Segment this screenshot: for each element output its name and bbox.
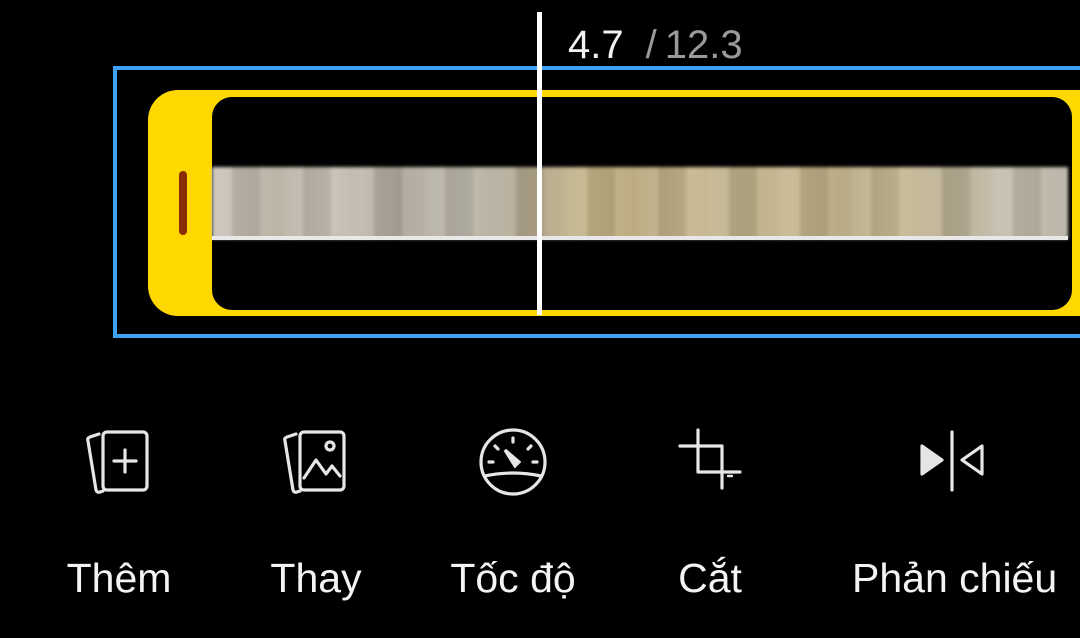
replace-image-icon <box>276 420 356 500</box>
speed-label: Tốc độ <box>450 555 576 601</box>
mirror-flip-icon <box>912 420 992 500</box>
time-separator: / <box>645 23 657 67</box>
add-button[interactable]: Thêm <box>19 420 219 610</box>
replace-button[interactable]: Thay <box>216 420 416 610</box>
crop-label: Cắt <box>678 555 742 601</box>
selection-highlight <box>113 66 1080 338</box>
replace-label: Thay <box>270 555 362 601</box>
current-time: 4.7 <box>568 23 624 67</box>
total-time: 12.3 <box>664 23 743 67</box>
time-readout: 4.7 /12.3 <box>568 22 743 68</box>
add-label: Thêm <box>66 555 172 601</box>
mirror-button[interactable]: Phản chiếu <box>852 420 1058 610</box>
speed-gauge-icon <box>473 420 553 500</box>
crop-icon <box>670 420 750 500</box>
playhead[interactable] <box>537 12 542 315</box>
crop-button[interactable]: Cắt <box>610 420 810 610</box>
mirror-label: Phản chiếu <box>852 555 1058 601</box>
add-media-icon <box>79 420 159 500</box>
speed-button[interactable]: Tốc độ <box>413 420 613 610</box>
